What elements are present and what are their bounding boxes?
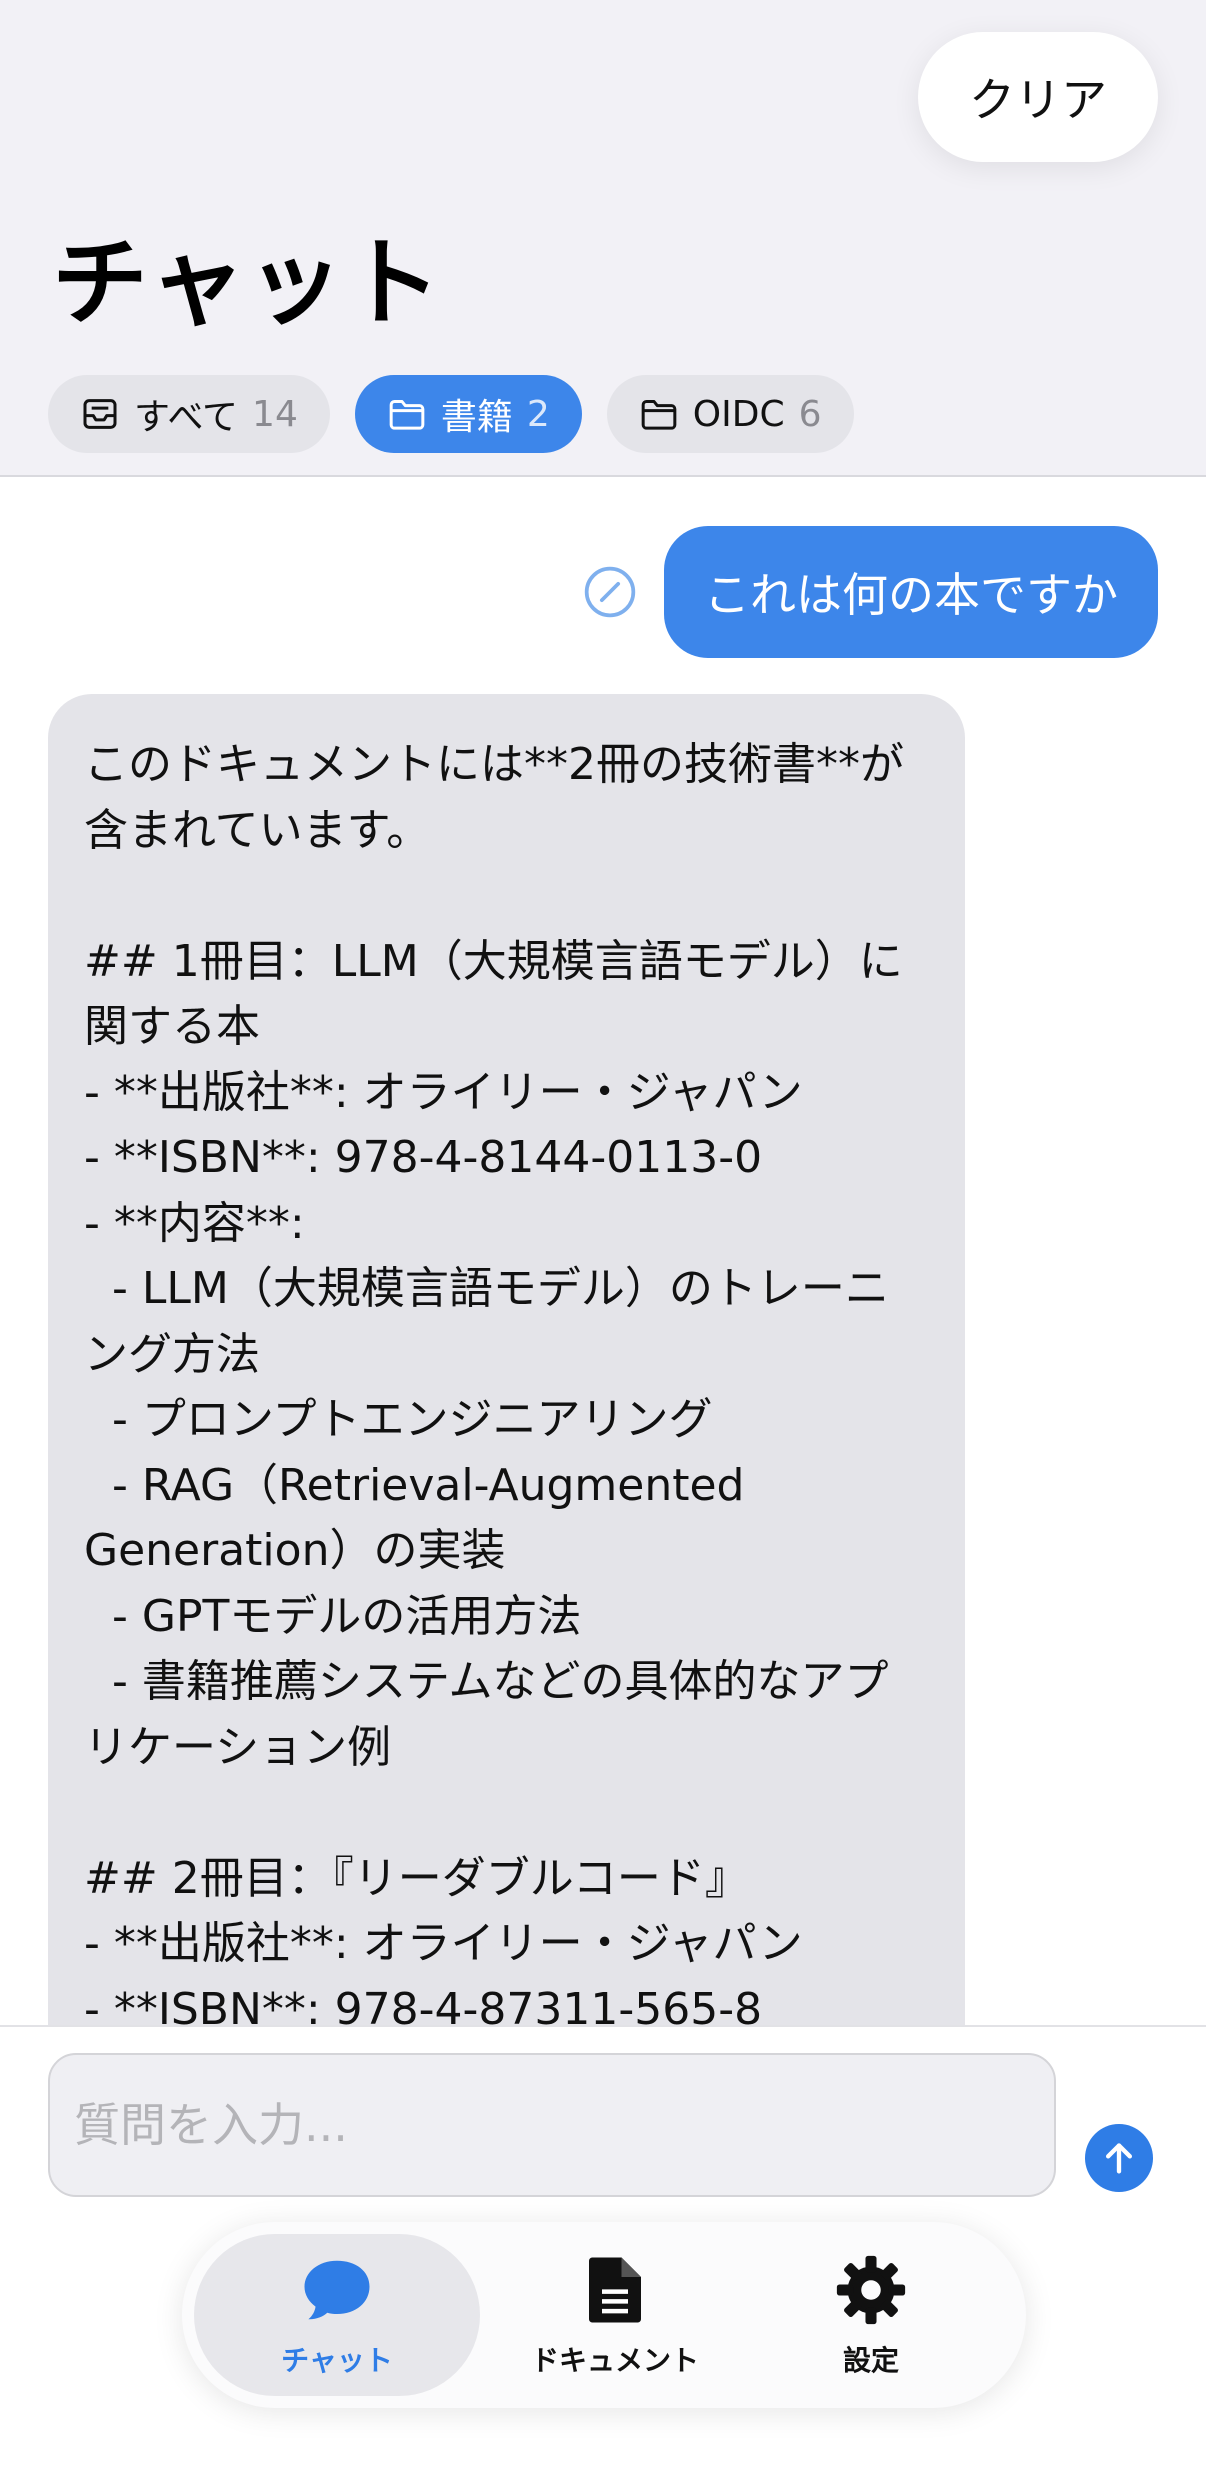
page-title: チャット — [52, 227, 444, 339]
tab-documents[interactable]: ドキュメント — [472, 2234, 758, 2396]
question-input[interactable] — [48, 2053, 1056, 2197]
chat-bubble-icon — [304, 2260, 370, 2320]
tab-label: 設定 — [842, 2344, 899, 2377]
filter-chip-label: 書籍 — [440, 397, 513, 438]
filter-chip-count: 2 — [526, 393, 550, 435]
tab-label: チャット — [281, 2344, 393, 2377]
filter-chip-books[interactable]: 書籍 2 — [354, 375, 582, 453]
header: クリア チャット すべて 14 書籍 2 OIDC 6 — [0, 0, 1206, 477]
input-area: チャット ドキュメント — [0, 2025, 1206, 2468]
user-message-row: これは何の本ですか — [582, 526, 1158, 658]
folder-icon — [641, 400, 677, 430]
gear-icon — [836, 2255, 906, 2325]
assistant-message-bubble: このドキュメントには**2冊の技術書**が含まれています。 ## 1冊目：LLM… — [48, 694, 965, 2025]
arrow-up-icon — [1106, 2143, 1132, 2174]
send-button[interactable] — [1085, 2124, 1153, 2192]
tab-bar: チャット ドキュメント 設定 — [182, 2222, 1026, 2408]
inbox-tray-icon — [83, 399, 117, 429]
filter-chip-count: 6 — [798, 393, 822, 435]
clear-button[interactable]: クリア — [918, 32, 1158, 162]
filter-chip-label: OIDC — [692, 393, 785, 435]
tab-chat[interactable]: チャット — [194, 2234, 480, 2396]
tab-label: ドキュメント — [530, 2344, 699, 2377]
filter-chip-oidc[interactable]: OIDC 6 — [606, 375, 854, 453]
filter-chips: すべて 14 書籍 2 OIDC 6 — [48, 375, 854, 453]
user-message-bubble: これは何の本ですか — [664, 526, 1158, 658]
document-icon — [589, 2257, 641, 2323]
filter-chip-label: すべて — [134, 397, 239, 438]
filter-chip-all[interactable]: すべて 14 — [48, 375, 330, 453]
tab-settings[interactable]: 設定 — [728, 2234, 1014, 2396]
folder-icon — [389, 400, 425, 430]
chat-messages[interactable]: これは何の本ですか このドキュメントには**2冊の技術書**が含まれています。 … — [0, 479, 1206, 2025]
edit-message-icon[interactable] — [582, 564, 638, 620]
filter-chip-count: 14 — [252, 393, 298, 435]
